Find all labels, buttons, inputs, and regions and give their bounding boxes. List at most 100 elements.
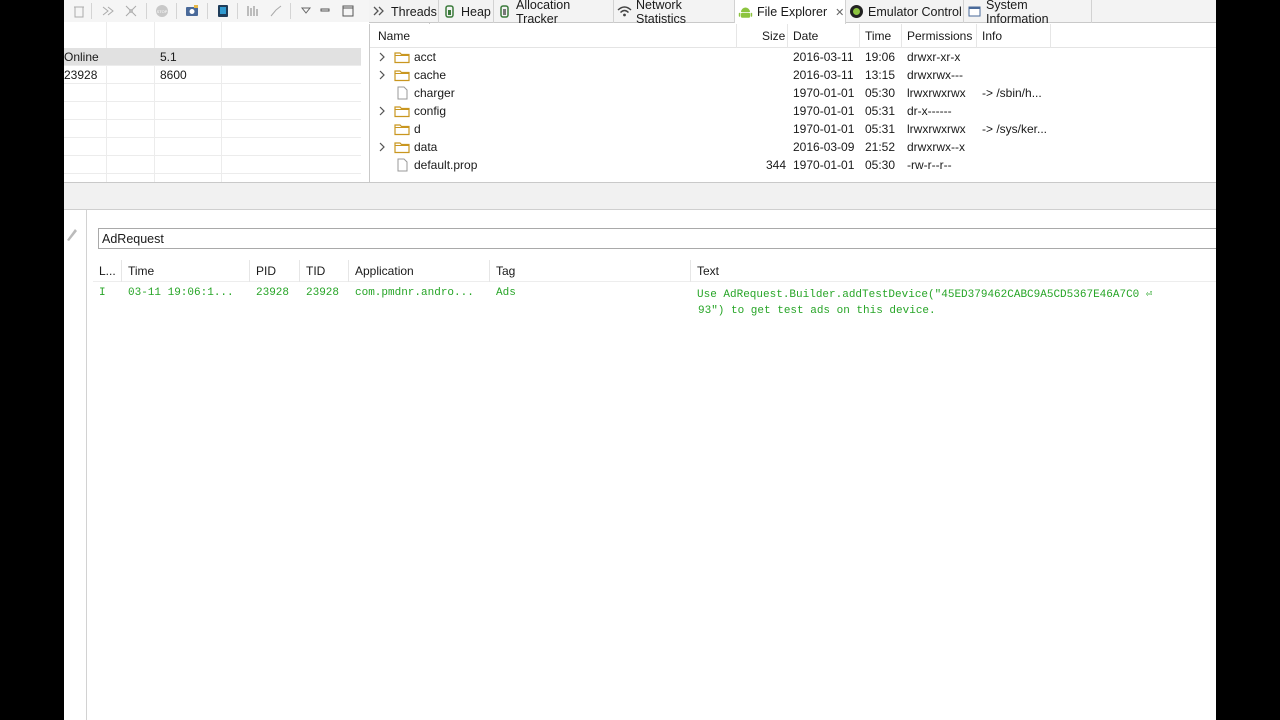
minimize-icon[interactable] — [318, 4, 332, 18]
update-heap-icon[interactable] — [124, 4, 138, 18]
column-divider — [859, 24, 860, 48]
file-name: d — [414, 122, 421, 136]
file-permissions: drwxrwx--x — [907, 140, 965, 154]
close-tab-icon[interactable]: ✕ — [835, 6, 844, 19]
toolbar-separator — [237, 3, 238, 19]
file-row[interactable]: cache 2016-03-11 13:15 drwxrwx--- — [370, 66, 1216, 84]
logcat-search-input[interactable] — [98, 228, 1216, 249]
column-divider — [976, 24, 977, 48]
logcat-header: L... Time PID TID Application Tag Text — [93, 260, 1216, 282]
tab-label: File Explorer — [757, 5, 828, 19]
column-divider — [690, 260, 691, 282]
log-level: I — [99, 287, 106, 299]
start-opengl-trace-icon[interactable] — [269, 4, 283, 18]
tab-emulator-control[interactable]: Emulator Control — [846, 0, 964, 23]
maximize-icon[interactable] — [341, 4, 355, 18]
column-header-pid[interactable]: PID — [256, 264, 276, 278]
column-divider — [299, 260, 300, 282]
allocation-tracker-icon — [500, 5, 509, 18]
column-header-permissions[interactable]: Permissions — [907, 29, 972, 43]
device-row[interactable]: Online 5.1 — [64, 48, 361, 66]
dump-view-hierarchy-icon[interactable] — [216, 4, 230, 18]
process-port: 8600 — [160, 68, 187, 82]
column-header-level[interactable]: L... — [99, 264, 116, 278]
column-divider — [1050, 24, 1051, 48]
log-time: 03-11 19:06:1... — [128, 287, 234, 299]
folder-icon — [394, 142, 410, 154]
log-text-line-1: Use AdRequest.Builder.addTestDevice("45E… — [697, 289, 1153, 301]
tab-bar: Threads Heap Allocation Tracker Network … — [369, 0, 1216, 26]
file-row[interactable]: d 1970-01-01 05:31 lrwxrwxrwx -> /sys/ke… — [370, 120, 1216, 138]
file-time: 21:52 — [865, 140, 896, 154]
column-header-name[interactable]: Name — [378, 29, 410, 43]
system-info-icon — [968, 6, 981, 17]
tab-label: System Information — [986, 0, 1049, 26]
edit-filter-icon[interactable] — [64, 226, 78, 242]
chevron-right-icon[interactable] — [377, 69, 387, 81]
column-header-info[interactable]: Info — [982, 29, 1002, 43]
tab-heap[interactable]: Heap — [439, 0, 494, 23]
column-header-tid[interactable]: TID — [306, 264, 325, 278]
toolbar-separator — [207, 3, 208, 19]
file-row[interactable]: config 1970-01-01 05:31 dr-x------ — [370, 102, 1216, 120]
column-header-size[interactable]: Size — [762, 29, 785, 43]
logcat-panel: L... Time PID TID Application Tag Text I… — [64, 210, 1216, 720]
stop-process-icon[interactable]: STOP — [155, 4, 169, 18]
device-version: 5.1 — [160, 50, 177, 64]
tab-network-statistics[interactable]: Network Statistics — [614, 0, 735, 26]
device-state: Online — [64, 50, 99, 64]
log-tag: Ads — [496, 287, 516, 299]
log-row[interactable]: I 03-11 19:06:1... 23928 23928 com.pmdnr… — [93, 284, 1216, 322]
column-header-text[interactable]: Text — [697, 264, 719, 278]
column-divider — [736, 24, 737, 48]
tab-label: Network Statistics — [636, 0, 687, 26]
column-divider — [249, 260, 250, 282]
device-row-empty — [64, 102, 361, 120]
view-menu-icon[interactable] — [299, 4, 313, 18]
file-name: default.prop — [414, 158, 478, 172]
tab-system-information[interactable]: System Information — [964, 0, 1092, 26]
file-time: 13:15 — [865, 68, 896, 82]
column-header-time[interactable]: Time — [865, 29, 891, 43]
device-row[interactable]: 23928 8600 — [64, 66, 361, 84]
chevron-right-icon[interactable] — [377, 51, 387, 63]
device-row-empty — [64, 120, 361, 138]
toolbar-separator — [91, 3, 92, 19]
screen-capture-icon[interactable] — [185, 4, 199, 18]
file-row[interactable]: charger 1970-01-01 05:30 lrwxrwxrwx -> /… — [370, 84, 1216, 102]
tab-threads[interactable]: Threads — [369, 0, 439, 23]
tab-file-explorer[interactable]: File Explorer ✕ — [735, 0, 846, 24]
file-date: 1970-01-01 — [793, 104, 855, 118]
android-icon — [738, 7, 753, 18]
file-date: 1970-01-01 — [793, 122, 855, 136]
gc-trash-icon[interactable] — [72, 4, 86, 18]
file-row[interactable]: acct 2016-03-11 19:06 drwxr-xr-x — [370, 48, 1216, 66]
column-header-tag[interactable]: Tag — [496, 264, 515, 278]
file-time: 05:31 — [865, 122, 896, 136]
ddms-window: STOP Online 5.1 23928 8600 Threads Heap … — [64, 0, 1216, 720]
folder-icon — [394, 106, 410, 118]
file-explorer-header: Name Size Date Time Permissions Info — [370, 24, 1216, 48]
log-text-line-2: 93") to get test ads on this device. — [698, 305, 936, 317]
file-name: data — [414, 140, 438, 154]
chevron-right-icon[interactable] — [377, 141, 387, 153]
systrace-icon[interactable] — [246, 4, 260, 18]
chevron-right-icon[interactable] — [377, 105, 387, 117]
tab-label: Threads — [391, 4, 437, 19]
file-time: 19:06 — [865, 50, 896, 64]
file-date: 1970-01-01 — [793, 86, 855, 100]
file-permissions: dr-x------ — [907, 104, 952, 118]
update-threads-icon[interactable] — [101, 4, 115, 18]
folder-icon — [394, 52, 410, 64]
tab-label: Emulator Control — [868, 4, 962, 19]
column-header-time[interactable]: Time — [128, 264, 154, 278]
panel-splitter[interactable] — [64, 183, 1216, 210]
tab-allocation-tracker[interactable]: Allocation Tracker — [494, 0, 614, 26]
column-header-application[interactable]: Application — [355, 264, 414, 278]
heap-icon — [445, 5, 454, 18]
file-row[interactable]: default.prop 344 1970-01-01 05:30 -rw-r-… — [370, 156, 1216, 174]
device-row-empty — [64, 84, 361, 102]
column-header-date[interactable]: Date — [793, 29, 818, 43]
file-row[interactable]: data 2016-03-09 21:52 drwxrwx--x — [370, 138, 1216, 156]
svg-text:STOP: STOP — [157, 9, 168, 14]
